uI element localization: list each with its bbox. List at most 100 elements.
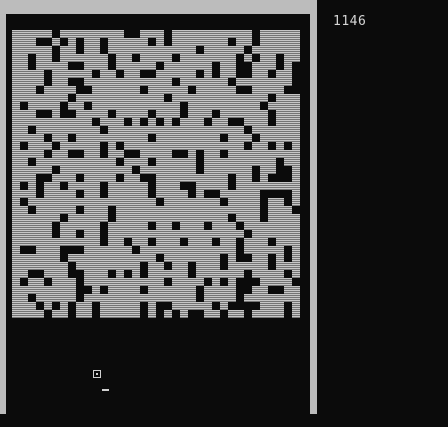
brick — [292, 302, 300, 310]
brick — [44, 222, 52, 230]
brick — [236, 142, 244, 150]
brick — [36, 150, 44, 158]
brick — [36, 142, 44, 150]
brick — [52, 190, 60, 198]
brick — [156, 230, 164, 238]
brick — [148, 198, 156, 206]
brick — [140, 110, 148, 118]
brick — [252, 254, 260, 262]
brick — [108, 38, 116, 46]
brick — [228, 198, 236, 206]
brick — [36, 118, 44, 126]
brick — [172, 254, 180, 262]
brick — [172, 110, 180, 118]
brick — [84, 78, 92, 86]
brick — [164, 270, 172, 278]
brick — [36, 254, 44, 262]
brick — [156, 102, 164, 110]
brick — [116, 78, 124, 86]
brick — [156, 30, 164, 38]
brick — [116, 134, 124, 142]
brick — [260, 302, 268, 310]
brick — [188, 150, 196, 158]
brick — [180, 294, 188, 302]
brick — [20, 110, 28, 118]
brick — [52, 158, 60, 166]
brick — [124, 206, 132, 214]
brick — [220, 86, 228, 94]
brick — [260, 246, 268, 254]
brick — [148, 278, 156, 286]
brick — [20, 158, 28, 166]
brick — [124, 70, 132, 78]
brick — [28, 118, 36, 126]
brick — [268, 230, 276, 238]
brick — [28, 238, 36, 246]
brick — [260, 278, 268, 286]
brick — [236, 78, 244, 86]
brick — [100, 206, 108, 214]
brick — [132, 142, 140, 150]
brick — [148, 86, 156, 94]
brick — [36, 102, 44, 110]
brick — [276, 238, 284, 246]
brick — [148, 150, 156, 158]
brick — [116, 230, 124, 238]
brick — [92, 102, 100, 110]
brick — [180, 78, 188, 86]
brick — [164, 190, 172, 198]
brick — [124, 246, 132, 254]
brick — [260, 110, 268, 118]
brick — [44, 254, 52, 262]
brick — [260, 182, 268, 190]
brick — [92, 142, 100, 150]
brick — [180, 198, 188, 206]
brick — [164, 198, 172, 206]
brick — [164, 78, 172, 86]
brick — [140, 46, 148, 54]
brick — [180, 142, 188, 150]
brick — [36, 310, 44, 318]
brick — [244, 102, 252, 110]
brick — [116, 118, 124, 126]
brick — [100, 198, 108, 206]
brick — [164, 182, 172, 190]
brick — [132, 302, 140, 310]
brick — [188, 222, 196, 230]
brick — [196, 278, 204, 286]
brick — [204, 70, 212, 78]
brick — [44, 230, 52, 238]
brick — [180, 94, 188, 102]
brick — [12, 86, 20, 94]
brick — [156, 158, 164, 166]
brick — [132, 286, 140, 294]
brick — [180, 30, 188, 38]
brick — [292, 46, 300, 54]
brick — [44, 30, 52, 38]
brick — [132, 62, 140, 70]
brick — [204, 302, 212, 310]
brick — [100, 134, 108, 142]
paddle[interactable] — [102, 389, 109, 391]
brick — [156, 294, 164, 302]
brick — [292, 118, 300, 126]
brick — [164, 126, 172, 134]
brick — [84, 126, 92, 134]
brick — [292, 38, 300, 46]
brick — [20, 70, 28, 78]
brick — [68, 54, 76, 62]
brick — [172, 126, 180, 134]
brick — [92, 294, 100, 302]
brick — [292, 230, 300, 238]
brick — [196, 198, 204, 206]
brick — [100, 310, 108, 318]
brick — [180, 214, 188, 222]
brick — [44, 62, 52, 70]
brick — [132, 182, 140, 190]
brick — [12, 222, 20, 230]
brick — [212, 166, 220, 174]
brick — [28, 214, 36, 222]
brick — [180, 302, 188, 310]
brick — [180, 158, 188, 166]
brick — [212, 278, 220, 286]
